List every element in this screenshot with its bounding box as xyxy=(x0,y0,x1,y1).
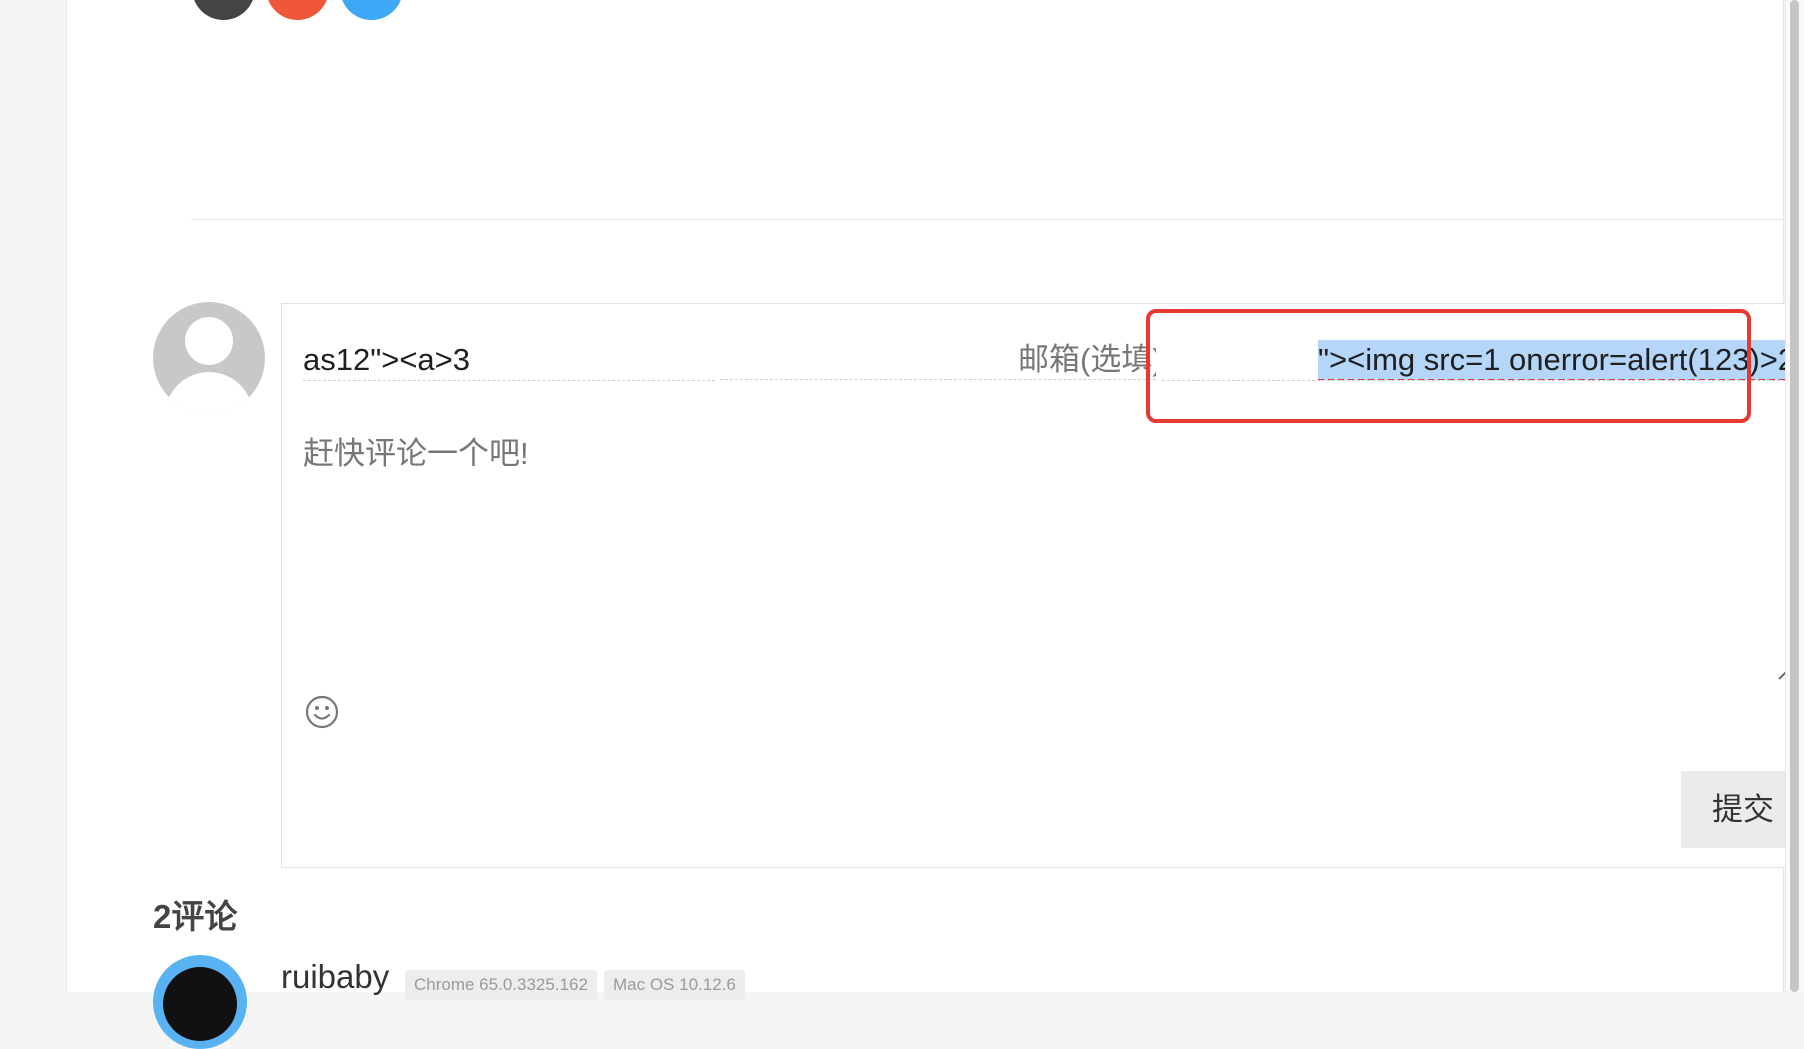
comment-textarea[interactable]: 赶快评论一个吧! xyxy=(303,428,529,473)
email-field-placeholder: 邮箱(选填) xyxy=(1018,342,1156,377)
scrollbar[interactable] xyxy=(1785,0,1804,992)
name-field-value: as12"><a>3 xyxy=(303,342,471,377)
highlight-annotation xyxy=(1146,309,1751,423)
default-avatar-icon xyxy=(153,302,265,414)
name-field[interactable]: as12"><a>3 xyxy=(303,340,715,381)
os-badge: Mac OS 10.12.6 xyxy=(604,970,745,1000)
page-content: as12"><a>3 邮箱(选填) "><img src=1 onerror=a… xyxy=(66,0,1804,1049)
share-icon-red[interactable] xyxy=(266,0,329,20)
comment-count: 2评论 xyxy=(153,898,238,935)
comment-author[interactable]: ruibaby xyxy=(281,958,389,996)
browser-badge: Chrome 65.0.3325.162 xyxy=(405,970,597,1000)
scrollbar-thumb[interactable] xyxy=(1790,0,1799,992)
share-icon-blue[interactable] xyxy=(340,0,403,20)
email-field[interactable]: 邮箱(选填) xyxy=(720,340,1156,380)
divider xyxy=(191,219,1784,220)
avatar xyxy=(153,955,247,1049)
smiley-icon[interactable] xyxy=(305,695,339,729)
share-icon-dark[interactable] xyxy=(192,0,255,20)
